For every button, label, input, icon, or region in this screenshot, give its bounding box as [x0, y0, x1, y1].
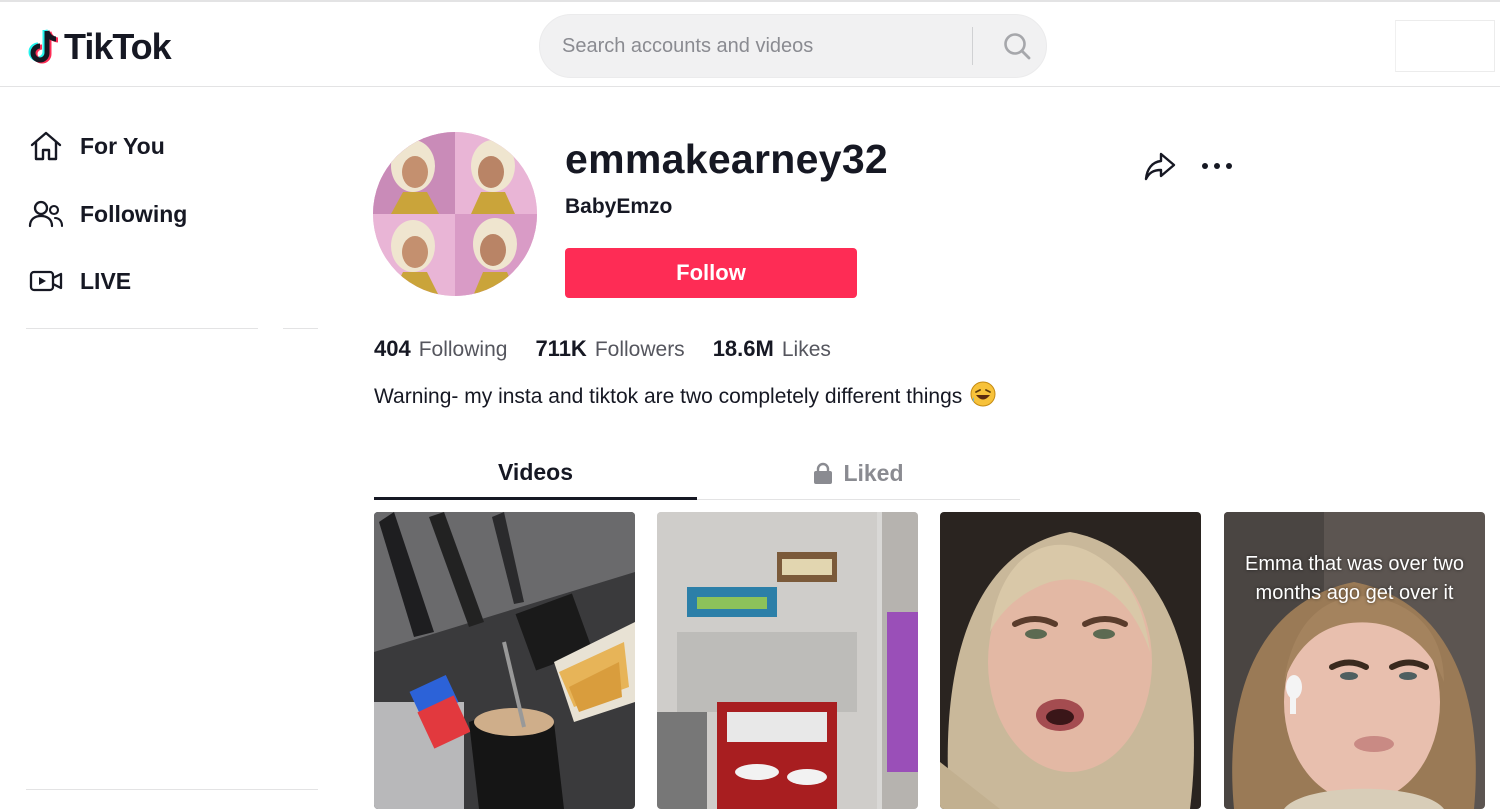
- tiktok-logo[interactable]: TikTok: [26, 26, 172, 68]
- sidebar-item-live[interactable]: LIVE: [26, 261, 131, 301]
- search-divider: [972, 27, 973, 65]
- profile-nickname: BabyEmzo: [565, 195, 673, 218]
- stat-following[interactable]: 404 Following: [374, 336, 507, 362]
- live-icon: [26, 261, 66, 301]
- lock-icon: [814, 462, 833, 484]
- profile-username: emmakearney32: [565, 136, 889, 182]
- tab-label: Liked: [843, 459, 904, 486]
- sidebar: For You Following LIVE: [0, 88, 350, 809]
- avatar: [373, 132, 537, 296]
- sidebar-item-label: For You: [80, 132, 165, 159]
- home-icon: [26, 126, 66, 166]
- tiktok-note-icon: [28, 29, 59, 64]
- bio-text: Warning- my insta and tiktok are two com…: [374, 385, 963, 408]
- video-thumbnail[interactable]: [940, 512, 1201, 809]
- sidebar-item-following[interactable]: Following: [26, 194, 187, 234]
- stat-label: Likes: [781, 338, 831, 361]
- users-icon: [26, 194, 66, 234]
- sidebar-divider: [283, 328, 318, 329]
- video-thumbnail[interactable]: [374, 512, 635, 809]
- stat-label: Followers: [594, 338, 685, 361]
- sidebar-item-for-you[interactable]: For You: [26, 126, 165, 166]
- stat-value: 404: [374, 336, 411, 361]
- profile-tabs: Videos Liked: [374, 448, 1020, 500]
- logo-wordmark: TikTok: [64, 26, 172, 67]
- video-thumbnail[interactable]: Emma that was over two months ago get ov…: [1224, 512, 1485, 809]
- top-header: TikTok: [0, 0, 1500, 87]
- search-bar: [539, 14, 1047, 78]
- sidebar-divider-bottom: [26, 789, 318, 790]
- laughing-emoji-icon: [970, 381, 996, 413]
- more-dots-icon: [1202, 163, 1232, 169]
- sidebar-item-label: Following: [80, 200, 188, 227]
- stat-followers[interactable]: 711K Followers: [535, 336, 684, 362]
- video-thumbnail[interactable]: [657, 512, 918, 809]
- share-icon: [1144, 152, 1176, 181]
- tab-liked[interactable]: Liked: [697, 448, 1020, 498]
- profile-bio: Warning- my insta and tiktok are two com…: [374, 381, 996, 413]
- search-input[interactable]: [562, 15, 972, 77]
- tab-videos[interactable]: Videos: [374, 448, 697, 500]
- sidebar-item-label: LIVE: [80, 267, 132, 294]
- tab-label: Videos: [498, 459, 573, 485]
- header-right-placeholder: [1395, 20, 1495, 72]
- sidebar-divider: [26, 328, 258, 329]
- stat-value: 18.6M: [712, 336, 774, 361]
- stat-likes: 18.6M Likes: [713, 336, 831, 362]
- search-icon: [1004, 33, 1031, 60]
- video-caption: Emma that was over two months ago get ov…: [1245, 553, 1464, 604]
- stat-label: Following: [418, 338, 508, 361]
- stat-value: 711K: [535, 336, 587, 361]
- search-button[interactable]: [987, 15, 1047, 77]
- profile-stats: 404 Following 711K Followers 18.6M Likes: [374, 336, 859, 362]
- more-options-button[interactable]: [1197, 146, 1237, 186]
- share-button[interactable]: [1140, 146, 1180, 186]
- follow-button[interactable]: Follow: [565, 248, 857, 298]
